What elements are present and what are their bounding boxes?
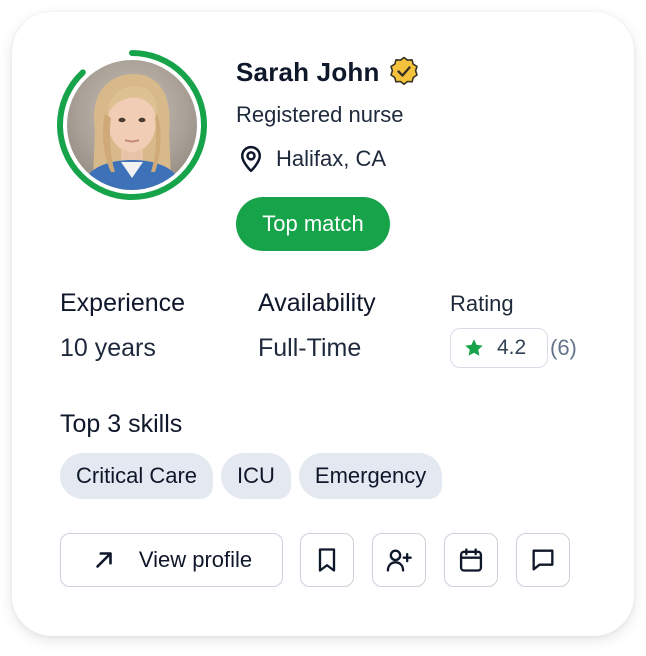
profile-role: Registered nurse bbox=[236, 102, 404, 127]
rating-value: 4.2 bbox=[497, 336, 527, 359]
rating-box: 4.2 bbox=[450, 328, 548, 368]
schedule-button[interactable] bbox=[444, 533, 498, 587]
location-row: Halifax, CA bbox=[236, 144, 386, 174]
avatar bbox=[55, 48, 209, 202]
map-pin-icon bbox=[241, 145, 261, 173]
location-text: Halifax, CA bbox=[276, 146, 387, 171]
message-icon bbox=[532, 549, 554, 571]
name-row: Sarah John bbox=[236, 56, 420, 88]
experience-label: Experience bbox=[60, 289, 186, 317]
skills-list: Critical Care ICU Emergency bbox=[60, 453, 450, 499]
skills-title: Top 3 skills bbox=[60, 410, 183, 438]
message-button[interactable] bbox=[516, 533, 570, 587]
star-icon bbox=[465, 339, 483, 356]
skill-chip: Emergency bbox=[298, 453, 443, 499]
rating-count: (6) bbox=[550, 335, 577, 360]
bookmark-button[interactable] bbox=[300, 533, 354, 587]
experience-value: 10 years bbox=[60, 334, 156, 362]
verified-badge-icon bbox=[389, 56, 418, 86]
availability-value: Full-Time bbox=[258, 334, 362, 362]
availability-label: Availability bbox=[258, 289, 376, 317]
view-profile-button[interactable]: View profile bbox=[60, 533, 283, 587]
profile-name: Sarah John bbox=[236, 56, 380, 87]
arrow-up-right-icon bbox=[96, 552, 112, 568]
skill-chip: ICU bbox=[221, 453, 291, 499]
avatar-photo bbox=[67, 60, 197, 190]
add-user-button[interactable] bbox=[372, 533, 426, 587]
rating-label: Rating bbox=[450, 291, 514, 316]
top-match-badge: Top match bbox=[236, 197, 390, 251]
view-profile-label: View profile bbox=[138, 547, 253, 572]
skill-chip: Critical Care bbox=[60, 453, 214, 499]
user-plus-icon bbox=[386, 549, 412, 572]
profile-card: Sarah John Registered nurse Halifax, CA … bbox=[12, 12, 634, 636]
bookmark-icon bbox=[318, 548, 336, 572]
calendar-icon bbox=[459, 548, 483, 572]
